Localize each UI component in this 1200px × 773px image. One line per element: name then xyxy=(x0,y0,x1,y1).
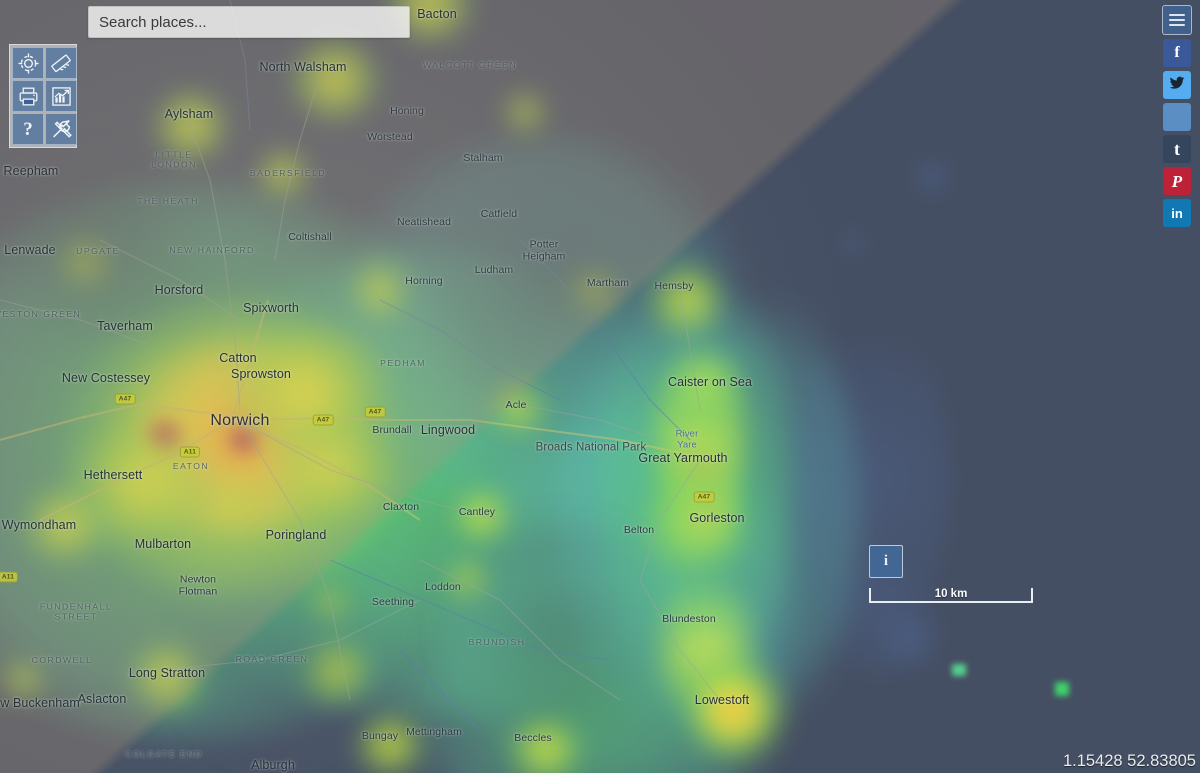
pinterest-icon: P xyxy=(1171,171,1183,191)
share-linkedin-button[interactable]: in xyxy=(1163,199,1191,227)
settings-button[interactable] xyxy=(45,113,77,145)
share-tumblr-button[interactable]: t xyxy=(1163,135,1191,163)
search-box[interactable] xyxy=(88,6,410,38)
land-base-layer xyxy=(0,0,960,773)
question-icon: ? xyxy=(23,118,33,140)
scale-bar-label: 10 km xyxy=(934,587,968,600)
info-icon: i xyxy=(883,553,889,569)
share-twitter-button[interactable] xyxy=(1163,71,1191,99)
chart-button[interactable] xyxy=(45,80,77,112)
map-canvas[interactable]: Bacton North Walsham WALCOTT GREEN Honing Ay… xyxy=(0,0,1200,773)
share-generic-button[interactable] xyxy=(1163,103,1191,131)
hamburger-icon xyxy=(1169,14,1185,26)
search-input[interactable] xyxy=(89,7,409,37)
map-application: Bacton North Walsham WALCOTT GREEN Honing Ay… xyxy=(0,0,1200,773)
locate-button[interactable] xyxy=(12,47,44,79)
share-pinterest-button[interactable]: P xyxy=(1163,167,1191,195)
share-facebook-button[interactable]: f xyxy=(1163,39,1191,67)
measure-button[interactable] xyxy=(45,47,77,79)
facebook-icon: f xyxy=(1174,44,1180,61)
ruler-icon xyxy=(50,53,72,74)
menu-button[interactable] xyxy=(1162,5,1192,35)
chart-icon xyxy=(51,86,72,107)
tools-icon xyxy=(51,119,72,140)
map-scale-bar: 10 km xyxy=(869,588,1033,603)
crosshair-icon xyxy=(17,52,39,74)
map-info-button[interactable]: i xyxy=(869,545,903,578)
tumblr-icon: t xyxy=(1174,139,1180,159)
map-toolbar: ? xyxy=(9,44,77,148)
social-share-rail: f t P in xyxy=(1162,5,1192,227)
printer-icon xyxy=(18,86,39,107)
print-button[interactable] xyxy=(12,80,44,112)
linkedin-icon: in xyxy=(1171,205,1183,221)
help-button[interactable]: ? xyxy=(12,113,44,145)
twitter-icon xyxy=(1169,75,1185,96)
